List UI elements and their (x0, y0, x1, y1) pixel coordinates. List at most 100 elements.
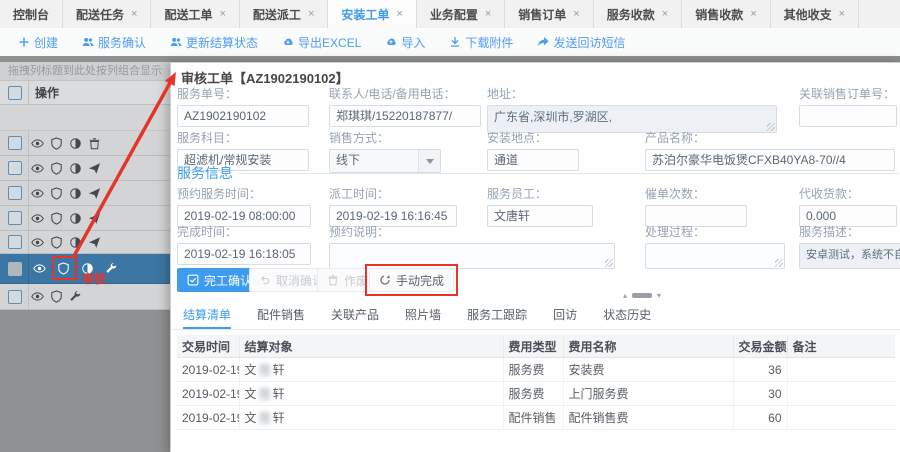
select-all-checkbox[interactable] (8, 85, 22, 100)
close-icon[interactable]: × (485, 8, 491, 20)
manual-finish-wrench-icon[interactable] (105, 262, 118, 275)
contrast-icon[interactable] (69, 236, 82, 249)
chevron-down-icon[interactable]: ▾ (657, 291, 661, 300)
review-shield-icon[interactable] (50, 137, 63, 150)
contrast-icon[interactable] (69, 137, 82, 150)
view-icon[interactable] (31, 187, 44, 200)
tab-delivery-order[interactable]: 配送工单 × (151, 0, 240, 28)
import-button[interactable]: 导入 (385, 34, 425, 51)
tab-status-history[interactable]: 状态历史 (603, 303, 651, 329)
view-icon[interactable] (33, 262, 46, 275)
review-shield-icon[interactable] (50, 212, 63, 225)
tab-delivery-task[interactable]: 配送任务 × (63, 0, 152, 28)
row-checkbox[interactable] (8, 261, 22, 276)
close-icon[interactable]: × (573, 8, 579, 20)
contrast-icon[interactable] (69, 212, 82, 225)
checkbox-cell (0, 254, 29, 283)
review-shield-icon[interactable] (50, 236, 63, 249)
dispatch-icon[interactable] (88, 162, 101, 175)
tab-business-config[interactable]: 业务配置 × (417, 0, 506, 28)
view-icon[interactable] (31, 290, 44, 303)
view-icon[interactable] (31, 236, 44, 249)
row-checkbox[interactable] (8, 211, 22, 225)
tab-related-products[interactable]: 关联产品 (331, 303, 379, 329)
col-settle-target: 结算对象 (239, 335, 504, 358)
row-checkbox[interactable] (8, 186, 22, 200)
tab-follow-up[interactable]: 回访 (553, 303, 577, 329)
tab-delivery-dispatch[interactable]: 配送派工 × (240, 0, 329, 28)
close-icon[interactable]: × (396, 8, 402, 20)
dispatch-icon[interactable] (88, 236, 101, 249)
cell-note (787, 405, 895, 430)
tab-label: 销售收款 (695, 7, 744, 22)
dispatch-icon[interactable] (88, 212, 101, 225)
download-attachment-button[interactable]: 下载附件 (449, 34, 513, 51)
resize-grip-icon[interactable] (605, 259, 613, 267)
checkbox-cell (0, 231, 29, 253)
cell-time: 2019-02-19 (177, 381, 240, 406)
review-shield-icon[interactable] (50, 290, 63, 303)
cell-fee-type: 服务费 (503, 357, 564, 382)
contrast-icon[interactable] (69, 187, 82, 200)
row-checkbox[interactable] (8, 289, 22, 304)
table-row[interactable] (0, 284, 170, 310)
export-excel-button[interactable]: 导出EXCEL (282, 34, 361, 51)
send-visit-sms-button[interactable]: 发送回访短信 (537, 34, 625, 51)
table-row[interactable] (0, 181, 170, 206)
review-shield-icon[interactable] (50, 162, 63, 175)
tab-sales-receipt[interactable]: 销售收款 × (682, 0, 771, 28)
cell-time: 2019-02-19 (177, 357, 240, 382)
close-icon[interactable]: × (839, 8, 845, 20)
finish-time-input[interactable]: 2019-02-19 16:18:05 (177, 243, 311, 265)
service-confirm-button[interactable]: 服务确认 (82, 34, 146, 51)
close-icon[interactable]: × (662, 8, 668, 20)
tab-sales-order[interactable]: 销售订单 × (505, 0, 594, 28)
table-row-selected[interactable]: 审核 (0, 254, 170, 286)
manual-finish-button[interactable]: 手动完成 (369, 268, 455, 292)
contact-input[interactable]: 郑琪琪/15220187877/ (329, 105, 481, 127)
tab-console[interactable]: 控制台 (0, 0, 64, 28)
panel-splitter[interactable]: ▴ ▾ (623, 291, 661, 300)
manual-finish-wrench-icon[interactable] (69, 290, 82, 303)
field-label: 服务员工： (487, 187, 548, 201)
view-icon[interactable] (31, 162, 44, 175)
process-textarea[interactable] (645, 243, 785, 269)
tab-service-tracking[interactable]: 服务工跟踪 (467, 303, 527, 329)
resize-grip-icon[interactable] (775, 259, 783, 267)
tab-settle-list[interactable]: 结算清单 (183, 303, 232, 329)
review-shield-icon[interactable] (50, 187, 63, 200)
chevron-up-icon[interactable]: ▴ (623, 291, 627, 300)
close-icon[interactable]: × (131, 8, 137, 20)
tab-parts-sales[interactable]: 配件销售 (257, 303, 305, 329)
contrast-icon[interactable] (69, 162, 82, 175)
service-no-input[interactable]: AZ1902190102 (177, 105, 309, 127)
close-icon[interactable]: × (308, 8, 314, 20)
row-checkbox[interactable] (8, 235, 22, 249)
view-icon[interactable] (31, 212, 44, 225)
tab-other-income[interactable]: 其他收支 × (771, 0, 860, 28)
service-desc-textarea[interactable]: 安卓测试，系统不自动确认 (799, 243, 900, 269)
close-icon[interactable]: × (219, 8, 225, 20)
tab-service-receipt[interactable]: 服务收款 × (594, 0, 683, 28)
close-icon[interactable]: × (750, 8, 756, 20)
table-row[interactable] (0, 156, 170, 181)
row-checkbox[interactable] (8, 136, 22, 150)
field-service-desc: 服务描述： 安卓测试，系统不自动确认 (799, 223, 900, 269)
checkbox-cell (0, 156, 29, 180)
table-row[interactable] (0, 231, 170, 254)
col-fee-name: 费用名称 (563, 335, 734, 358)
row-checkbox[interactable] (8, 161, 22, 175)
update-settle-status-button[interactable]: 更新结算状态 (170, 34, 258, 51)
related-order-input[interactable] (799, 105, 897, 127)
tab-photo-wall[interactable]: 照片墙 (405, 303, 441, 329)
tab-install-order[interactable]: 安装工单 × (328, 0, 417, 28)
table-row[interactable] (0, 206, 170, 231)
dispatch-icon[interactable] (88, 187, 101, 200)
view-icon[interactable] (31, 137, 44, 150)
drag-handle-icon[interactable] (632, 293, 653, 298)
delete-icon[interactable] (88, 137, 101, 150)
col-transaction-time: 交易时间 (177, 335, 240, 358)
table-row[interactable] (0, 131, 170, 156)
service-info-section: 服务信息 (177, 163, 899, 183)
create-button[interactable]: 创建 (18, 34, 58, 51)
